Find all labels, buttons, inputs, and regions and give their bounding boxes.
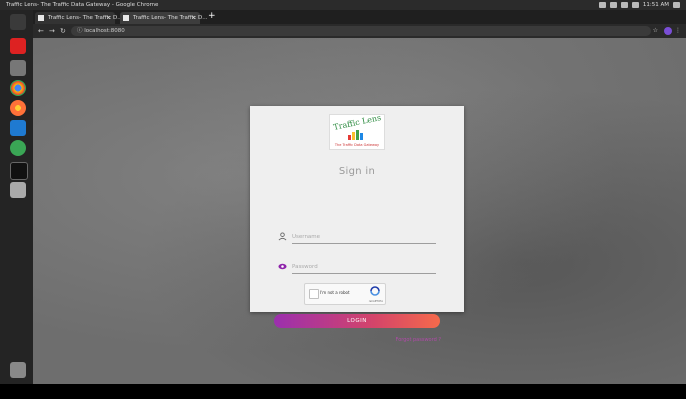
close-tab-icon[interactable]: ×: [106, 12, 111, 24]
username-field: [278, 231, 436, 245]
tab-label: Traffic Lens- The Traffic D...: [133, 15, 208, 21]
recaptcha-widget: I'm not a robot reCAPTCHA: [304, 283, 386, 305]
page-viewport: Traffic Lens The Traffic Data Gateway Si…: [33, 38, 686, 384]
login-card: Traffic Lens The Traffic Data Gateway Si…: [250, 106, 464, 343]
recaptcha-label: I'm not a robot: [320, 290, 350, 295]
login-button[interactable]: LOGIN: [274, 314, 440, 328]
logo-tagline: The Traffic Data Gateway: [334, 143, 380, 147]
traffic-lens-logo: Traffic Lens The Traffic Data Gateway: [329, 113, 385, 150]
user-icon: [278, 232, 287, 241]
logo-bars-icon: [348, 130, 363, 140]
system-top-panel: Traffic Lens- The Traffic Data Gateway -…: [0, 0, 686, 10]
power-icon[interactable]: [673, 2, 680, 8]
recaptcha-icon: [370, 286, 380, 296]
favicon-icon: [123, 15, 129, 21]
browser-tabstrip: Traffic Lens- The Traffic D... × Traffic…: [33, 10, 686, 24]
recaptcha-checkbox[interactable]: [309, 289, 319, 299]
settings-icon[interactable]: [10, 140, 26, 156]
close-tab-icon[interactable]: ×: [191, 12, 196, 24]
recaptcha-brand: reCAPTCHA: [368, 300, 383, 303]
terminal-icon[interactable]: [10, 162, 28, 180]
drive-icon[interactable]: [10, 182, 26, 198]
window-title: Traffic Lens- The Traffic Data Gateway -…: [6, 2, 159, 8]
favicon-icon: [38, 15, 44, 21]
new-tab-button[interactable]: +: [208, 11, 216, 21]
dash-icon[interactable]: [10, 14, 26, 30]
trash-icon[interactable]: [10, 362, 26, 378]
forgot-password-link[interactable]: Forgot password ?: [396, 337, 442, 343]
browser-toolbar: ← → ↻ ⓘ localhost:8080 ☆ ⋮: [33, 24, 686, 38]
ubuntu-launcher: [0, 10, 34, 384]
files-icon[interactable]: [10, 60, 26, 76]
bluetooth-icon[interactable]: [620, 2, 628, 8]
sign-in-heading: Sign in: [338, 166, 376, 177]
browser-tab-1[interactable]: Traffic Lens- The Traffic D... ×: [35, 12, 122, 24]
chrome-icon[interactable]: [10, 80, 26, 96]
tab-label: Traffic Lens- The Traffic D...: [48, 15, 123, 21]
profile-avatar[interactable]: [664, 27, 672, 35]
username-input[interactable]: [292, 231, 436, 244]
eye-icon[interactable]: [278, 262, 287, 271]
back-icon[interactable]: ←: [38, 24, 44, 38]
password-field: [278, 261, 436, 275]
firefox-icon[interactable]: [10, 100, 26, 116]
system-tray: 11:51 AM: [598, 0, 680, 10]
browser-tab-2[interactable]: Traffic Lens- The Traffic D... ×: [120, 12, 207, 24]
clock[interactable]: 11:51 AM: [643, 0, 669, 10]
network-icon[interactable]: [609, 2, 617, 8]
bottom-bar: [0, 384, 686, 399]
keyboard-icon[interactable]: [598, 2, 606, 8]
chrome-menu-icon[interactable]: ⋮: [675, 24, 681, 38]
url-text: localhost:8080: [84, 28, 125, 34]
ubuntu-software-icon[interactable]: [10, 38, 26, 54]
bookmark-star-icon[interactable]: ☆: [653, 24, 658, 38]
address-bar[interactable]: ⓘ localhost:8080: [71, 26, 651, 36]
password-input[interactable]: [292, 261, 436, 274]
reload-icon[interactable]: ↻: [60, 24, 66, 38]
forward-icon[interactable]: →: [49, 24, 55, 38]
vscode-icon[interactable]: [10, 120, 26, 136]
volume-icon[interactable]: [631, 2, 639, 8]
